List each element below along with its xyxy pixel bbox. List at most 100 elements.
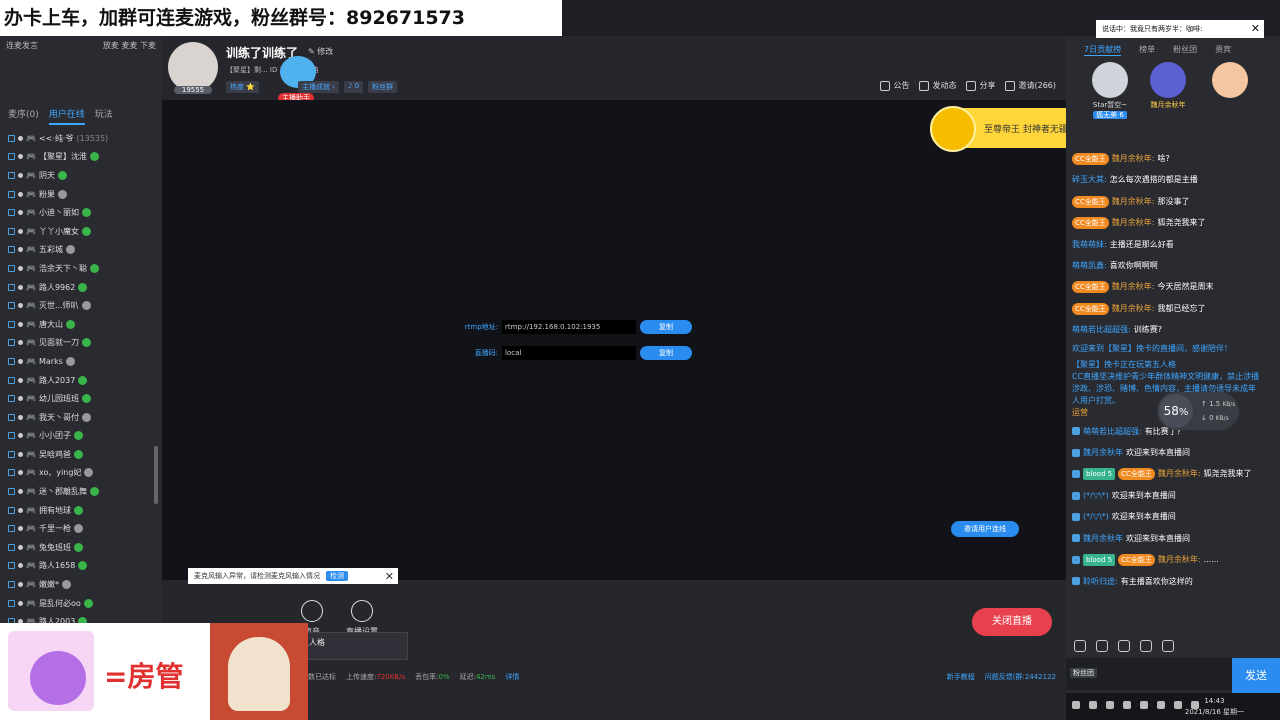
- tag-achievement[interactable]: 主播成就 ›: [297, 81, 339, 93]
- chat-user[interactable]: 魏月余秋年:: [1112, 148, 1155, 169]
- user-list-item[interactable]: 🎮 我天丶哥付: [0, 408, 162, 427]
- checkbox-icon[interactable]: [8, 599, 15, 607]
- checkbox-icon[interactable]: [8, 264, 15, 272]
- checkbox-icon[interactable]: [8, 246, 15, 254]
- chat-user[interactable]: 萌萌凯鑫:: [1072, 255, 1107, 276]
- user-list-item[interactable]: 🎮 路人1658: [0, 557, 162, 576]
- user-list-item[interactable]: 🎮 阴天: [0, 166, 162, 185]
- checkbox-icon[interactable]: [8, 450, 15, 458]
- chat-user[interactable]: 魏月余秋年:: [1158, 463, 1201, 484]
- chat-user[interactable]: 魏月余秋年:: [1112, 191, 1155, 212]
- checkbox-icon[interactable]: [8, 357, 15, 365]
- rtmp-field[interactable]: rtmp://192.168.0.102:1935: [502, 320, 636, 334]
- user-list-item[interactable]: 🎮 路人2037: [0, 371, 162, 390]
- mic-actions[interactable]: 放麦 麦麦 下麦: [103, 40, 156, 51]
- checkbox-icon[interactable]: [8, 506, 15, 514]
- checkbox-icon[interactable]: [8, 413, 15, 421]
- user-list-item[interactable]: 🎮 路人9962: [0, 278, 162, 297]
- checkbox-icon[interactable]: [8, 190, 15, 198]
- user-list-item[interactable]: 🎮 丫丫小魔女: [0, 222, 162, 241]
- rank-3[interactable]: [1212, 62, 1248, 100]
- user-list-item[interactable]: 🎮 灭世...师叭: [0, 296, 162, 315]
- checkbox-icon[interactable]: [8, 488, 15, 496]
- user-list-item[interactable]: 🎮 浩余天下丶聪: [0, 259, 162, 278]
- gold-banner[interactable]: 至尊帝王 封神者无疆: [930, 106, 1068, 152]
- edit-title-button[interactable]: ✎ 修改: [308, 46, 333, 57]
- tab-online-users[interactable]: 用户在线: [48, 107, 85, 125]
- tag-count[interactable]: ♪ 0: [343, 81, 364, 93]
- checkbox-icon[interactable]: [8, 395, 15, 403]
- checkbox-icon[interactable]: [8, 153, 15, 161]
- user-list-item[interactable]: 🎮 拥有地球: [0, 501, 162, 520]
- user-list-item[interactable]: 🎮 <<·纯·爷 (13535): [0, 129, 162, 148]
- network-bubble[interactable]: 58% ↑ 1.5 KB/s ↓ 0 KB/s: [1157, 392, 1239, 430]
- emoji-icon[interactable]: [1074, 640, 1086, 652]
- details-link[interactable]: 详情: [505, 672, 519, 682]
- mic-mode-label[interactable]: 连麦发言: [6, 40, 38, 51]
- feedback-link[interactable]: 问题反馈(群:2442122: [985, 672, 1056, 682]
- detect-button[interactable]: 检测: [326, 571, 348, 581]
- stream-key-field[interactable]: local: [502, 346, 636, 360]
- rank-2[interactable]: 魏月余秋年: [1150, 62, 1186, 110]
- checkbox-icon[interactable]: [8, 302, 15, 310]
- chat-user[interactable]: (*/▽\*): [1083, 506, 1109, 527]
- image-icon[interactable]: [1118, 640, 1130, 652]
- notice-button[interactable]: 公告: [880, 80, 909, 91]
- chat-user[interactable]: 魏月余秋年: [1083, 528, 1123, 549]
- user-list-item[interactable]: 🎮 粉果: [0, 185, 162, 204]
- user-list-item[interactable]: 🎮 见面就一刀: [0, 334, 162, 353]
- user-list-item[interactable]: 🎮 唐大山: [0, 315, 162, 334]
- user-list-item[interactable]: 🎮 Marks: [0, 352, 162, 371]
- user-list-item[interactable]: 🎮 【聚星】沈淮: [0, 148, 162, 167]
- tray-icon[interactable]: [1157, 701, 1165, 709]
- checkbox-icon[interactable]: [8, 432, 15, 440]
- checkbox-icon[interactable]: [8, 320, 15, 328]
- tray-icon[interactable]: [1089, 701, 1097, 709]
- user-list-item[interactable]: 🎮 迷丶郡離乱舞: [0, 482, 162, 501]
- user-list-item[interactable]: 🎮 幼儿园班班: [0, 389, 162, 408]
- checkbox-icon[interactable]: [8, 376, 15, 384]
- streamer-avatar[interactable]: [168, 42, 218, 92]
- tab-vip[interactable]: 贵宾: [1215, 44, 1231, 56]
- tutorial-link[interactable]: 新手教程: [947, 672, 975, 682]
- checkbox-icon[interactable]: [8, 134, 15, 142]
- chat-user[interactable]: (*/▽\*): [1083, 485, 1109, 506]
- send-button[interactable]: 发送: [1232, 658, 1280, 693]
- chat-user[interactable]: 魏月余秋年:: [1112, 212, 1155, 233]
- tray-icon[interactable]: [1140, 701, 1148, 709]
- checkbox-icon[interactable]: [8, 525, 15, 533]
- tab-7day-contrib[interactable]: 7日贡献榜: [1084, 44, 1122, 56]
- user-list-item[interactable]: 🎮 小小团子: [0, 427, 162, 446]
- user-list-item[interactable]: 🎮 小迪丶丽如: [0, 203, 162, 222]
- checkbox-icon[interactable]: [8, 339, 15, 347]
- system-ops-link[interactable]: 运营: [1072, 408, 1088, 417]
- user-list-item[interactable]: 🎮 嫩嫩*: [0, 575, 162, 594]
- user-list-item[interactable]: 🎮 五彩城: [0, 241, 162, 260]
- checkbox-icon[interactable]: [8, 469, 15, 477]
- invite-button[interactable]: 邀请(266): [1005, 80, 1056, 91]
- checkbox-icon[interactable]: [8, 543, 15, 551]
- rank-1[interactable]: Star暂空~ 狐无美 6: [1092, 62, 1128, 120]
- close-icon[interactable]: ✕: [385, 570, 394, 583]
- tray-icon[interactable]: [1174, 701, 1182, 709]
- copy-key-button[interactable]: 复制: [640, 346, 692, 360]
- tab-mic-queue[interactable]: 麦序(0): [8, 107, 39, 125]
- tray-icon[interactable]: [1123, 701, 1131, 709]
- user-list-scrollbar[interactable]: [154, 446, 158, 504]
- checkbox-icon[interactable]: [8, 171, 15, 179]
- chat-user[interactable]: 魏月余秋年:: [1158, 549, 1201, 570]
- checkbox-icon[interactable]: [8, 581, 15, 589]
- chat-user[interactable]: 我萌萌妹:: [1072, 234, 1107, 255]
- chat-user[interactable]: 碎玉大其:: [1072, 169, 1107, 190]
- share-button[interactable]: 分享: [966, 80, 995, 91]
- tab-ranking[interactable]: 榜单: [1139, 44, 1155, 56]
- close-icon[interactable]: ✕: [1251, 20, 1260, 38]
- fan-group-tag[interactable]: 粉丝团: [1070, 668, 1097, 678]
- post-button[interactable]: 发动态: [919, 80, 956, 91]
- invite-connect-button[interactable]: 邀请用户连线: [951, 521, 1019, 537]
- chat-user[interactable]: 魏月余秋年:: [1112, 298, 1155, 319]
- chat-user[interactable]: 聆听归途:: [1083, 571, 1118, 592]
- checkbox-icon[interactable]: [8, 283, 15, 291]
- user-list-item[interactable]: 🎮 吴晗鸡爸: [0, 445, 162, 464]
- checkbox-icon[interactable]: [8, 227, 15, 235]
